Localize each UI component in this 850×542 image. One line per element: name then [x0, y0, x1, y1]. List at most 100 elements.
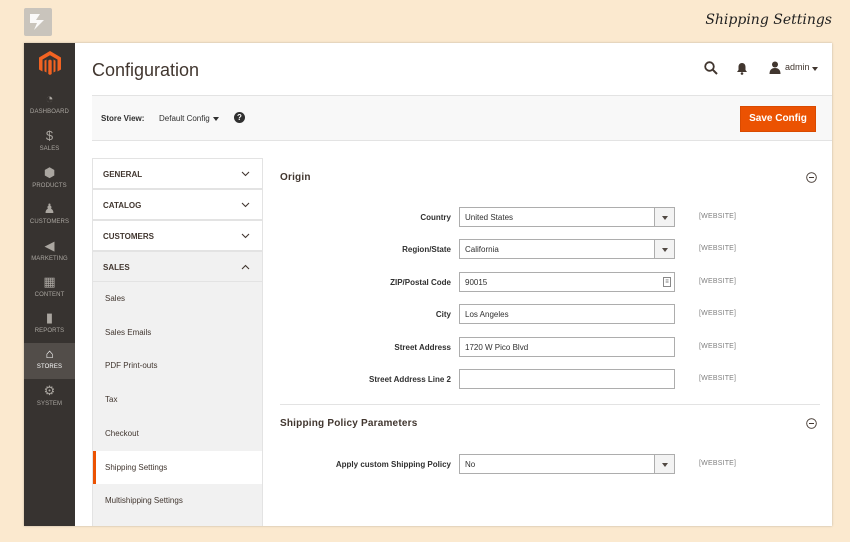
banner-title: Shipping Settings	[705, 12, 832, 28]
field-value: 90015	[465, 278, 488, 287]
field-label: Street Address	[394, 343, 451, 352]
sidebar-item-content[interactable]: ▦ CONTENT	[24, 271, 75, 307]
tab-item-checkout[interactable]: Checkout	[93, 417, 262, 450]
tab-item-sales[interactable]: Sales	[93, 282, 262, 315]
tab-item-label: Tax	[105, 395, 118, 405]
store-view-bar: Store View: Default Config ? Save Config	[92, 95, 832, 141]
tab-group-general[interactable]: GENERAL	[92, 158, 263, 189]
apply-custom-shipping-policy-select[interactable]: No	[459, 454, 675, 474]
search-icon[interactable]	[704, 61, 718, 75]
gear-icon: ⚙	[43, 383, 56, 398]
field-label: Apply custom Shipping Policy	[335, 460, 451, 469]
watermark-logo	[24, 8, 52, 36]
scope-label: [WEBSITE]	[699, 343, 737, 350]
sidebar-item-label: SALES	[39, 146, 60, 152]
chevron-up-icon	[241, 264, 250, 270]
content-icon: ▦	[43, 274, 56, 289]
sidebar-item-stores[interactable]: ⌂ STORES	[24, 343, 75, 379]
megaphone-icon: ◀	[44, 238, 55, 253]
user-icon[interactable]	[769, 61, 781, 74]
collapse-icon[interactable]	[806, 418, 817, 429]
help-icon[interactable]: ?	[234, 112, 245, 123]
tab-item-sales-emails[interactable]: Sales Emails	[93, 316, 262, 349]
country-select[interactable]: United States	[459, 207, 675, 227]
section-title-origin[interactable]: Origin	[280, 172, 311, 183]
field-row-country: Country United States [WEBSITE]	[280, 207, 825, 227]
bar-chart-icon: ▮	[45, 310, 54, 325]
field-row-street-address-line-2: Street Address Line 2 [WEBSITE]	[280, 369, 825, 389]
tab-item-label: Checkout	[105, 428, 139, 438]
store-view-label: Store View:	[101, 114, 145, 123]
chevron-down-icon	[241, 233, 250, 239]
street-address-line-2-input[interactable]	[459, 369, 675, 389]
save-config-button[interactable]: Save Config	[740, 106, 816, 132]
tab-item-pdf-print-outs[interactable]: PDF Print-outs	[93, 349, 262, 382]
sidebar-item-marketing[interactable]: ◀ MARKETING	[24, 235, 75, 271]
tab-group-customers[interactable]: CUSTOMERS	[92, 220, 263, 251]
dropdown-arrow-icon[interactable]	[654, 455, 674, 473]
field-value: United States	[465, 213, 514, 222]
field-label: ZIP/Postal Code	[390, 278, 451, 287]
field-label: Region/State	[402, 245, 451, 254]
sidebar-item-label: PRODUCTS	[32, 183, 67, 189]
field-value: No	[465, 460, 476, 469]
chevron-down-icon	[241, 171, 250, 177]
tab-item-label: Sales Emails	[105, 327, 152, 337]
dropdown-arrow-icon[interactable]	[654, 208, 674, 226]
tab-group-label: SALES	[103, 263, 130, 272]
chevron-down-icon	[241, 202, 250, 208]
sidebar-item-reports[interactable]: ▮ REPORTS	[24, 307, 75, 343]
field-row-street-address: Street Address 1720 W Pico Blvd [WEBSITE]	[280, 337, 825, 357]
page-title: Configuration	[92, 60, 200, 80]
person-icon: ♟	[43, 201, 56, 216]
admin-sidebar: ◔ DASHBOARD $ SALES ⬢ PRODUCTS ♟ CUSTOMERS ◀ MARK…	[24, 43, 75, 526]
sales-subnav: Sales Sales Emails PDF Print-outs Tax Checko…	[92, 282, 263, 526]
tab-item-multishipping-settings[interactable]: Multishipping Settings	[93, 484, 262, 517]
field-value: California	[465, 245, 499, 254]
section-divider	[280, 404, 820, 405]
zip-postal-code-input[interactable]: 90015 ≡	[459, 272, 675, 292]
street-address-input[interactable]: 1720 W Pico Blvd	[459, 337, 675, 357]
scope-label: [WEBSITE]	[699, 278, 737, 285]
dashboard-icon: ◔	[45, 91, 54, 106]
sidebar-item-sales[interactable]: $ SALES	[24, 125, 75, 161]
field-label: City	[435, 310, 451, 319]
collapse-icon[interactable]	[806, 172, 817, 183]
sidebar-item-dashboard[interactable]: ◔ DASHBOARD	[24, 88, 75, 124]
tab-item-label: Shipping Settings	[105, 462, 168, 472]
field-row-region-state: Region/State California [WEBSITE]	[280, 239, 825, 259]
sidebar-item-label: STORES	[36, 364, 63, 370]
city-input[interactable]: Los Angeles	[459, 304, 675, 324]
sidebar-item-label: CUSTOMERS	[29, 219, 70, 225]
field-label: Country	[420, 213, 451, 222]
tab-item-label: Multishipping Settings	[105, 496, 183, 506]
tab-group-catalog[interactable]: CATALOG	[92, 189, 263, 220]
cube-icon: ⬢	[43, 165, 56, 180]
sidebar-item-products[interactable]: ⬢ PRODUCTS	[24, 162, 75, 198]
magento-logo[interactable]	[38, 50, 62, 76]
field-row-city: City Los Angeles [WEBSITE]	[280, 304, 825, 324]
sidebar-item-label: CONTENT	[34, 292, 65, 298]
section-title-shipping-policy[interactable]: Shipping Policy Parameters	[280, 418, 417, 429]
autofill-icon[interactable]: ≡	[663, 277, 671, 287]
sidebar-item-customers[interactable]: ♟ CUSTOMERS	[24, 198, 75, 234]
scope-label: [WEBSITE]	[699, 375, 737, 382]
dropdown-arrow-icon[interactable]	[654, 240, 674, 258]
field-value: Los Angeles	[465, 310, 509, 319]
chevron-down-icon[interactable]	[213, 117, 219, 121]
tab-group-label: GENERAL	[103, 170, 143, 179]
bell-icon[interactable]	[736, 62, 748, 75]
region-state-select[interactable]: California	[459, 239, 675, 259]
config-tabs: GENERAL CATALOG CUSTOMERS SALES Sales Sales …	[92, 158, 263, 526]
sidebar-item-system[interactable]: ⚙ SYSTEM	[24, 380, 75, 416]
tab-item-shipping-settings[interactable]: Shipping Settings	[93, 450, 262, 484]
tab-item-tax[interactable]: Tax	[93, 383, 262, 416]
tab-group-sales[interactable]: SALES	[92, 251, 263, 282]
store-icon: ⌂	[45, 346, 54, 361]
chevron-down-icon[interactable]	[812, 67, 818, 71]
field-row-zip-postal-code: ZIP/Postal Code 90015 ≡ [WEBSITE]	[280, 272, 825, 292]
store-view-switcher[interactable]: Default Config	[159, 114, 210, 123]
user-menu-label[interactable]: admin	[785, 62, 810, 72]
dollar-icon: $	[45, 128, 54, 143]
sidebar-item-label: DASHBOARD	[30, 109, 69, 115]
